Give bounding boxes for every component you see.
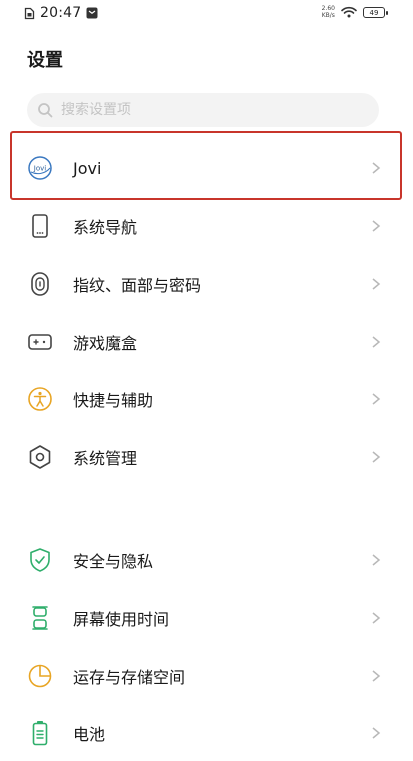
page-title: 设置 (27, 50, 63, 71)
settings-item-label: 系统导航 (73, 218, 138, 237)
settings-item-game-box[interactable]: 游戏魔盒 (0, 314, 413, 370)
chevron-right-icon (372, 278, 381, 290)
search-input[interactable] (59, 101, 363, 119)
network-speed: 2.60 KB/s (321, 5, 335, 19)
settings-item-label: 游戏魔盒 (73, 334, 138, 353)
chevron-right-icon (372, 670, 381, 682)
battery-icon (26, 719, 54, 747)
search-icon (38, 103, 53, 118)
settings-item-screen-time[interactable]: 屏幕使用时间 (0, 590, 413, 646)
hexagon-settings-icon (26, 443, 54, 471)
chevron-right-icon (372, 554, 381, 566)
accessibility-icon (26, 385, 54, 413)
chevron-right-icon (372, 220, 381, 232)
settings-item-label: Jovi (73, 158, 102, 178)
message-notification-icon (86, 7, 98, 19)
settings-item-battery[interactable]: 电池 (0, 705, 413, 761)
sim-card-icon (24, 7, 35, 19)
settings-item-label: 指纹、面部与密码 (73, 276, 202, 295)
wifi-icon (341, 6, 357, 18)
hourglass-icon (26, 604, 54, 632)
settings-item-security-privacy[interactable]: 安全与隐私 (0, 532, 413, 588)
battery-indicator: 49 (363, 6, 388, 18)
status-time: 20:47 (40, 5, 82, 21)
chevron-right-icon (372, 612, 381, 624)
settings-item-shortcuts-accessibility[interactable]: 快捷与辅助 (0, 371, 413, 427)
chevron-right-icon (372, 727, 381, 739)
jovi-logo-text: Jovi (33, 165, 46, 173)
settings-item-system-management[interactable]: 系统管理 (0, 429, 413, 485)
settings-item-label: 运存与存储空间 (73, 668, 186, 687)
status-bar: 20:47 2.60 KB/s 49 (0, 0, 413, 28)
settings-item-label: 系统管理 (73, 449, 138, 468)
settings-item-label: 快捷与辅助 (73, 391, 154, 410)
settings-item-jovi[interactable]: Jovi Jovi (0, 140, 413, 196)
chevron-right-icon (372, 393, 381, 405)
settings-item-ram-storage[interactable]: 运存与存储空间 (0, 648, 413, 704)
pie-chart-icon (26, 662, 54, 690)
chevron-right-icon (372, 336, 381, 348)
chevron-right-icon (372, 451, 381, 463)
phone-icon (26, 212, 54, 240)
settings-item-fingerprint-face-password[interactable]: 指纹、面部与密码 (0, 256, 413, 312)
settings-item-label: 电池 (73, 725, 106, 744)
settings-item-label: 安全与隐私 (73, 552, 154, 571)
settings-item-system-navigation[interactable]: 系统导航 (0, 198, 413, 254)
shield-check-icon (26, 546, 54, 574)
game-box-icon (26, 328, 54, 356)
jovi-logo-icon: Jovi (26, 154, 54, 182)
settings-item-label: 屏幕使用时间 (73, 610, 170, 629)
fingerprint-icon (26, 270, 54, 298)
chevron-right-icon (372, 162, 381, 174)
search-bar[interactable] (27, 93, 379, 127)
